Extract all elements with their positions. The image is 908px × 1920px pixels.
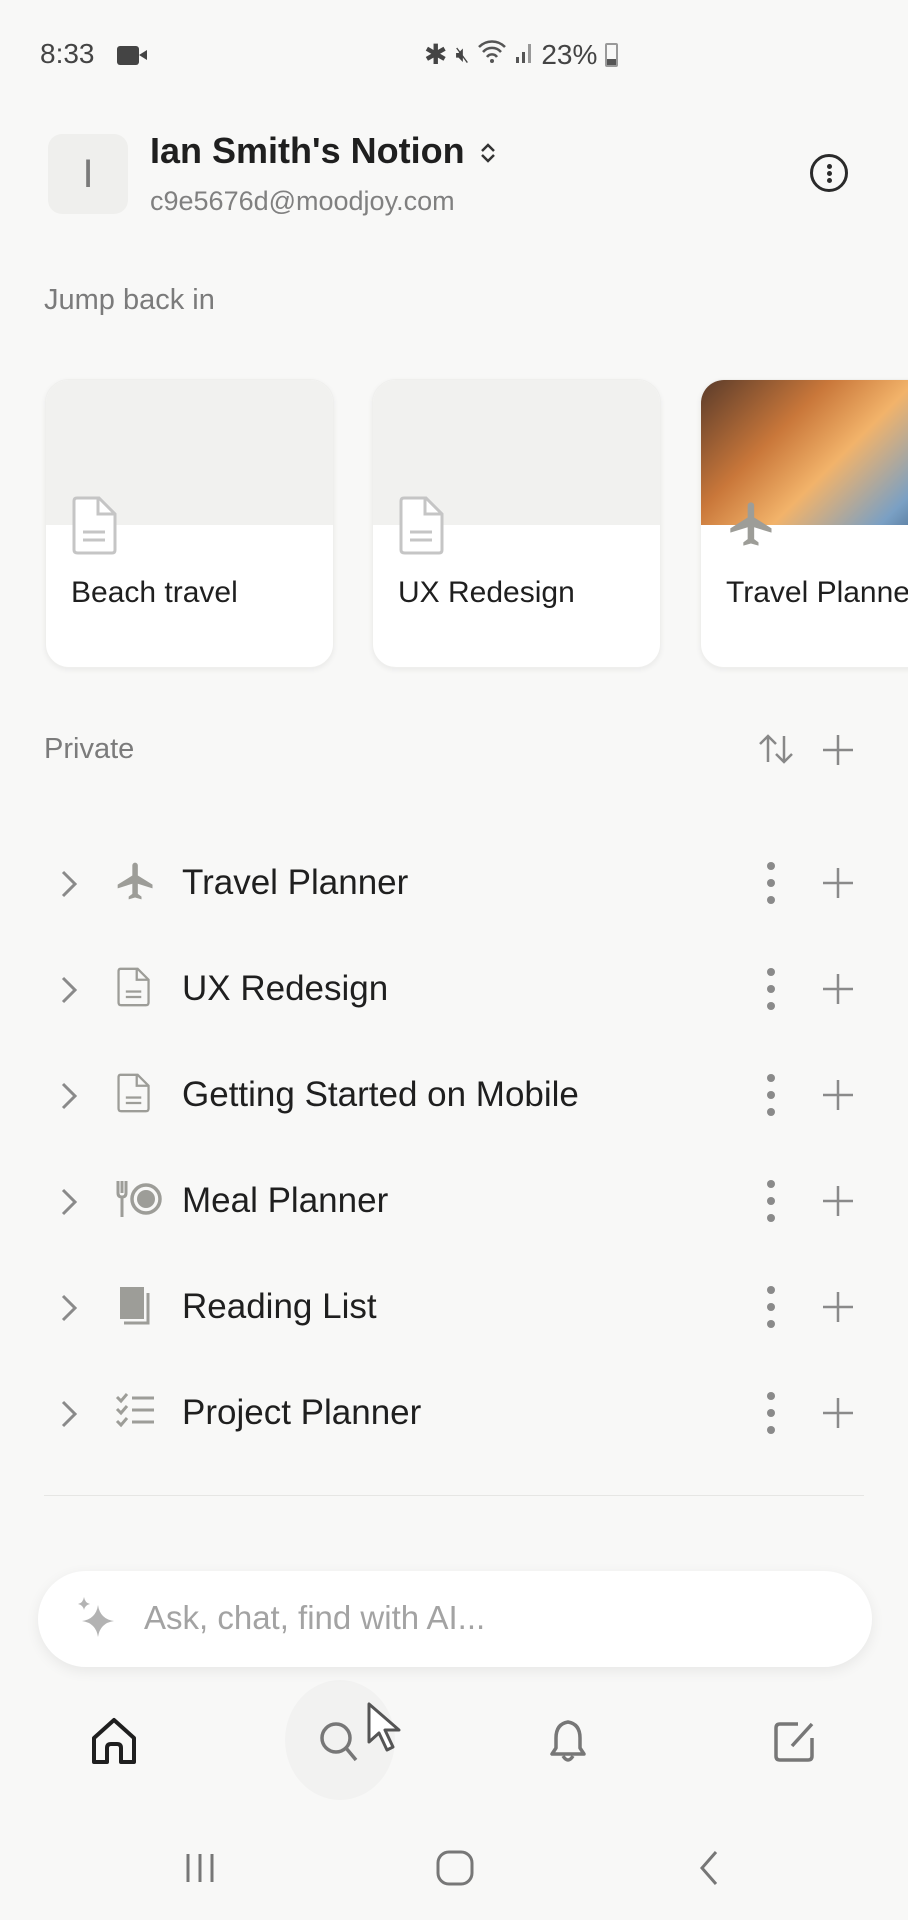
sidebar-page-row[interactable]: Project Planner: [0, 1363, 908, 1463]
more-vertical-icon[interactable]: [766, 967, 776, 1011]
sidebar-page-row[interactable]: Reading List: [0, 1257, 908, 1357]
video-record-icon: [117, 46, 147, 65]
chevron-right-icon[interactable]: [60, 1399, 78, 1429]
mouse-cursor-icon: [367, 1702, 401, 1752]
page-title: Project Planner: [182, 1393, 422, 1432]
card-title: UX Redesign: [398, 576, 575, 609]
add-subpage-icon[interactable]: [820, 971, 856, 1007]
page-icon: [399, 496, 444, 555]
sidebar-page-row[interactable]: Meal Planner: [0, 1151, 908, 1251]
sparkle-icon: [78, 1597, 114, 1637]
home-button[interactable]: [434, 1848, 476, 1888]
status-icons: ✱ 🔇︎ 23%: [424, 38, 619, 71]
page-title: Reading List: [182, 1287, 377, 1326]
chevron-right-icon[interactable]: [60, 1293, 78, 1323]
back-button[interactable]: [694, 1848, 724, 1888]
recent-card[interactable]: UX Redesign: [372, 379, 661, 668]
card-title: Travel Planner: [726, 576, 908, 609]
sidebar-page-row[interactable]: Getting Started on Mobile: [0, 1045, 908, 1145]
new-page-tab-icon[interactable]: [764, 1712, 824, 1772]
more-vertical-icon[interactable]: [766, 1285, 776, 1329]
add-subpage-icon[interactable]: [820, 1183, 856, 1219]
add-subpage-icon[interactable]: [820, 1077, 856, 1113]
checklist-icon: [114, 1389, 158, 1435]
signal-icon: [515, 39, 533, 71]
bluetooth-icon: ✱: [424, 39, 448, 70]
page-icon: [72, 496, 117, 555]
add-subpage-icon[interactable]: [820, 865, 856, 901]
more-options-button[interactable]: [810, 154, 848, 192]
workspace-name: Ian Smith's Notion: [150, 130, 465, 171]
page-icon: [114, 965, 158, 1011]
home-tab-icon[interactable]: [84, 1712, 144, 1772]
airplane-icon: [114, 859, 158, 905]
airplane-icon: [730, 502, 772, 546]
battery-percent: 23%: [541, 38, 598, 70]
book-icon: [114, 1283, 158, 1329]
status-time: 8:33: [40, 38, 95, 69]
workspace-avatar[interactable]: I: [48, 134, 128, 214]
divider: [44, 1495, 864, 1496]
more-vertical-icon[interactable]: [766, 1391, 776, 1435]
chevron-right-icon[interactable]: [60, 1187, 78, 1217]
more-vertical-icon[interactable]: [766, 1073, 776, 1117]
chevron-right-icon[interactable]: [60, 975, 78, 1005]
battery-icon: [605, 42, 619, 67]
recent-apps-button[interactable]: [180, 1848, 220, 1888]
search-tab-icon[interactable]: [312, 1712, 372, 1772]
add-private-page-icon[interactable]: [820, 732, 856, 768]
page-title: Getting Started on Mobile: [182, 1075, 579, 1114]
chevron-right-icon[interactable]: [60, 1081, 78, 1111]
add-subpage-icon[interactable]: [820, 1395, 856, 1431]
mute-icon: 🔇︎: [455, 41, 470, 67]
recent-card[interactable]: Beach travel: [45, 379, 334, 668]
page-title: Meal Planner: [182, 1181, 389, 1220]
workspace-email: c9e5676d@moodjoy.com: [150, 186, 455, 216]
page-title: Travel Planner: [182, 863, 409, 902]
private-section-label: Private: [44, 733, 135, 765]
chevron-right-icon[interactable]: [60, 869, 78, 899]
sidebar-page-row[interactable]: Travel Planner: [0, 833, 908, 933]
bell-tab-icon[interactable]: [538, 1712, 598, 1772]
page-title: UX Redesign: [182, 969, 389, 1008]
ai-search-bar[interactable]: Ask, chat, find with AI...: [38, 1571, 872, 1667]
jump-back-in-label: Jump back in: [44, 284, 215, 316]
workspace-switcher[interactable]: Ian Smith's Notion: [150, 130, 497, 172]
add-subpage-icon[interactable]: [820, 1289, 856, 1325]
more-vertical-icon[interactable]: [766, 861, 776, 905]
sidebar-page-row[interactable]: UX Redesign: [0, 939, 908, 1039]
page-icon: [114, 1071, 158, 1117]
ai-input-placeholder: Ask, chat, find with AI...: [144, 1599, 486, 1636]
recent-card[interactable]: Travel Planner: [700, 379, 908, 668]
wifi-icon: [477, 38, 507, 71]
card-title: Beach travel: [71, 576, 238, 609]
more-vertical-icon[interactable]: [766, 1179, 776, 1223]
sort-icon[interactable]: [756, 732, 796, 766]
chevron-up-down-icon: [480, 143, 495, 164]
fork-plate-icon: [114, 1177, 162, 1223]
